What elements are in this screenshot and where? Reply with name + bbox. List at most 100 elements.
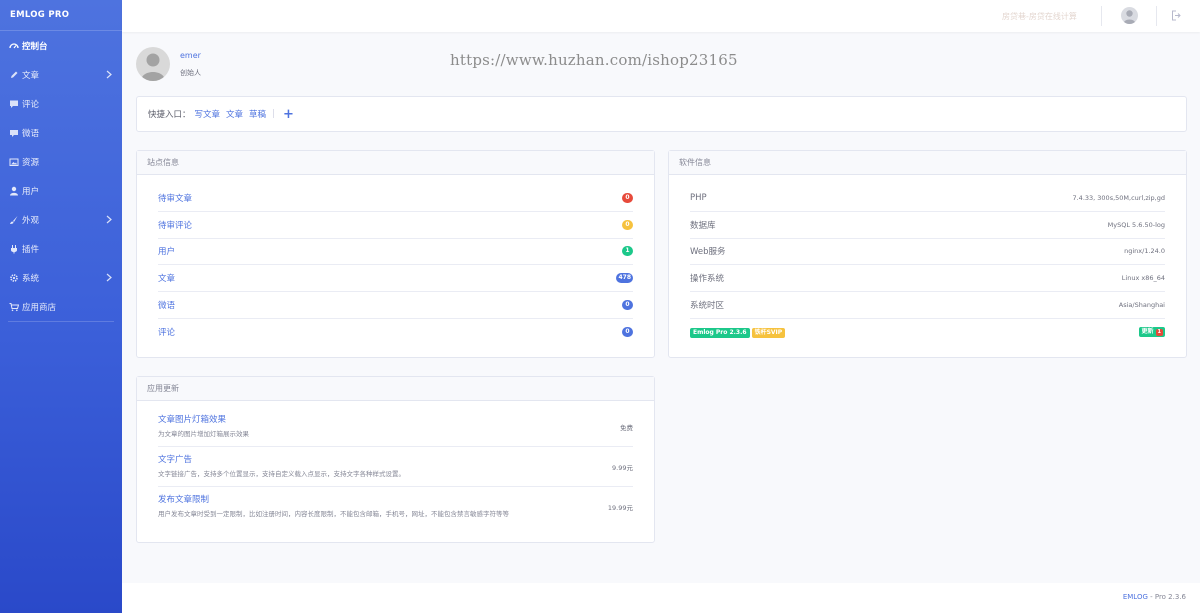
row-label: PHP — [690, 192, 707, 203]
topbar: 房贷巷-房贷在线计算 — [122, 0, 1200, 32]
app-title-link[interactable]: 文章图片灯箱效果 — [158, 413, 226, 425]
row-label[interactable]: 待审文章 — [158, 192, 192, 204]
app-title-link[interactable]: 文字广告 — [158, 453, 192, 465]
sidebar-item-resources[interactable]: 资源 — [0, 147, 122, 176]
sidebar-item-dashboard[interactable]: 控制台 — [0, 31, 122, 60]
card-title: 软件信息 — [669, 151, 1186, 175]
software-info-row: PHP 7.4.33, 300s,50M,curl,zip,gd — [690, 185, 1165, 212]
count-badge: 0 — [622, 192, 633, 203]
row-value: Linux x86_64 — [1121, 274, 1165, 283]
software-info-row: 操作系统 Linux x86_64 — [690, 265, 1165, 293]
row-label[interactable]: 评论 — [158, 326, 175, 338]
watermark-text: https://www.huzhan.com/ishop23165 — [450, 51, 738, 69]
row-value: nginx/1.24.0 — [1124, 247, 1165, 256]
topbar-link[interactable]: 房贷巷-房贷在线计算 — [1002, 11, 1077, 22]
row-label[interactable]: 待审评论 — [158, 219, 192, 231]
sidebar-item-appearance[interactable]: 外观 — [0, 205, 122, 234]
sidebar-item-comments[interactable]: 评论 — [0, 89, 122, 118]
image-icon — [8, 156, 19, 167]
sidebar-item-label: 评论 — [22, 99, 40, 110]
app-description: 用户发布文章时受到一定限制，比如注册时间，内容长度限制，不能包含邮箱，手机号，网… — [158, 510, 509, 518]
row-label[interactable]: 用户 — [158, 245, 175, 257]
quick-link-write-article[interactable]: 写文章 — [195, 108, 221, 120]
software-info-row: Web服务 nginx/1.24.0 — [690, 239, 1165, 266]
chevron-right-icon — [106, 273, 112, 282]
count-badge: 0 — [622, 300, 633, 311]
sidebar-item-notes[interactable]: 微语 — [0, 118, 122, 147]
logout-icon[interactable] — [1171, 10, 1181, 21]
row-label[interactable]: 文章 — [158, 272, 175, 284]
chevron-right-icon — [106, 70, 112, 79]
sidebar-item-label: 文章 — [22, 70, 40, 81]
sidebar-item-label: 插件 — [22, 244, 40, 255]
pen-icon — [8, 69, 19, 80]
sidebar-item-articles[interactable]: 文章 — [0, 60, 122, 89]
software-info-card: 软件信息 PHP 7.4.33, 300s,50M,curl,zip,gd 数据库… — [668, 150, 1187, 358]
sidebar-item-app-store[interactable]: 应用商店 — [0, 292, 122, 321]
site-info-row[interactable]: 待审文章 0 — [158, 185, 633, 212]
profile-name[interactable]: emer — [180, 51, 201, 60]
quick-access-label: 快捷入口： — [148, 110, 191, 120]
sidebar-item-system[interactable]: 系统 — [0, 263, 122, 292]
app-price: 免费 — [620, 424, 633, 432]
svip-tag[interactable]: 铁杆SVIP — [751, 327, 786, 338]
version-tag[interactable]: Emlog Pro 2.3.6 — [690, 327, 750, 338]
update-label: 更新 — [1141, 328, 1154, 336]
app-updates-card: 应用更新 文章图片灯箱效果 为文章的图片增加灯箱展示效果 免费 文字广告 文字链… — [136, 376, 655, 543]
card-title: 应用更新 — [137, 377, 654, 401]
footer-brand-link[interactable]: EMLOG — [1123, 593, 1148, 601]
site-info-row[interactable]: 评论 0 — [158, 319, 633, 346]
sidebar-item-users[interactable]: 用户 — [0, 176, 122, 205]
site-info-row[interactable]: 文章 478 — [158, 265, 633, 293]
profile-role: 创始人 — [180, 69, 201, 77]
app-description: 文字链接广告，支持多个位置显示，支持自定义载入点显示，支持文字各种样式设置。 — [158, 470, 405, 478]
row-value: 7.4.33, 300s,50M,curl,zip,gd — [1072, 193, 1165, 202]
brand-logo[interactable]: EMLOG PRO — [0, 0, 122, 30]
row-label: 操作系统 — [690, 274, 725, 285]
app-title-link[interactable]: 发布文章限制 — [158, 493, 209, 505]
comment-icon — [8, 98, 19, 109]
profile-avatar[interactable] — [136, 47, 170, 81]
software-info-row: 数据库 MySQL 5.6.50-log — [690, 212, 1165, 239]
user-avatar-icon[interactable] — [1121, 7, 1138, 24]
count-badge: 0 — [622, 219, 633, 230]
list-item: 文章图片灯箱效果 为文章的图片增加灯箱展示效果 免费 — [158, 407, 633, 447]
cart-icon — [8, 301, 19, 312]
site-info-card: 站点信息 待审文章 0 待审评论 0 用户 1 文章 478 微语 0 评论 0 — [136, 150, 655, 358]
count-badge: 1 — [622, 246, 633, 257]
sidebar-item-label: 资源 — [22, 157, 40, 168]
quick-link-articles[interactable]: 文章 — [226, 108, 243, 120]
site-info-row[interactable]: 待审评论 0 — [158, 212, 633, 239]
row-label: Web服务 — [690, 247, 726, 258]
gear-icon — [8, 272, 19, 283]
sidebar-item-plugins[interactable]: 插件 — [0, 234, 122, 263]
update-button[interactable]: 更新 1 — [1138, 327, 1165, 338]
note-icon — [8, 127, 19, 138]
chevron-right-icon — [106, 215, 112, 224]
site-info-row[interactable]: 用户 1 — [158, 239, 633, 266]
sidebar-item-label: 控制台 — [22, 41, 48, 52]
row-label: 数据库 — [690, 220, 716, 231]
footer-text: EMLOG - Pro 2.3.6 — [1123, 593, 1186, 601]
update-count-badge: 1 — [1155, 328, 1163, 336]
quick-divider: | — [272, 109, 275, 119]
app-price: 9.99元 — [612, 464, 633, 472]
app-price: 19.99元 — [607, 504, 633, 512]
card-title: 站点信息 — [137, 151, 654, 175]
row-label: 系统时区 — [690, 301, 725, 312]
add-shortcut-button[interactable]: + — [283, 108, 294, 121]
plug-icon — [8, 243, 19, 254]
software-info-row: 系统时区 Asia/Shanghai — [690, 292, 1165, 319]
count-badge: 0 — [622, 327, 633, 338]
quick-access-bar: 快捷入口： 写文章 文章 草稿 | + — [136, 96, 1187, 132]
row-value: Asia/Shanghai — [1118, 301, 1165, 310]
footer-version: - Pro 2.3.6 — [1147, 593, 1186, 601]
footer: EMLOG - Pro 2.3.6 — [122, 583, 1200, 613]
list-item: 文字广告 文字链接广告，支持多个位置显示，支持自定义载入点显示，支持文字各种样式… — [158, 447, 633, 487]
sidebar-item-label: 用户 — [22, 186, 40, 197]
quick-link-drafts[interactable]: 草稿 — [249, 108, 266, 120]
user-icon — [8, 185, 19, 196]
row-label[interactable]: 微语 — [158, 299, 175, 311]
site-info-row[interactable]: 微语 0 — [158, 292, 633, 319]
list-item: 发布文章限制 用户发布文章时受到一定限制，比如注册时间，内容长度限制，不能包含邮… — [158, 487, 633, 527]
